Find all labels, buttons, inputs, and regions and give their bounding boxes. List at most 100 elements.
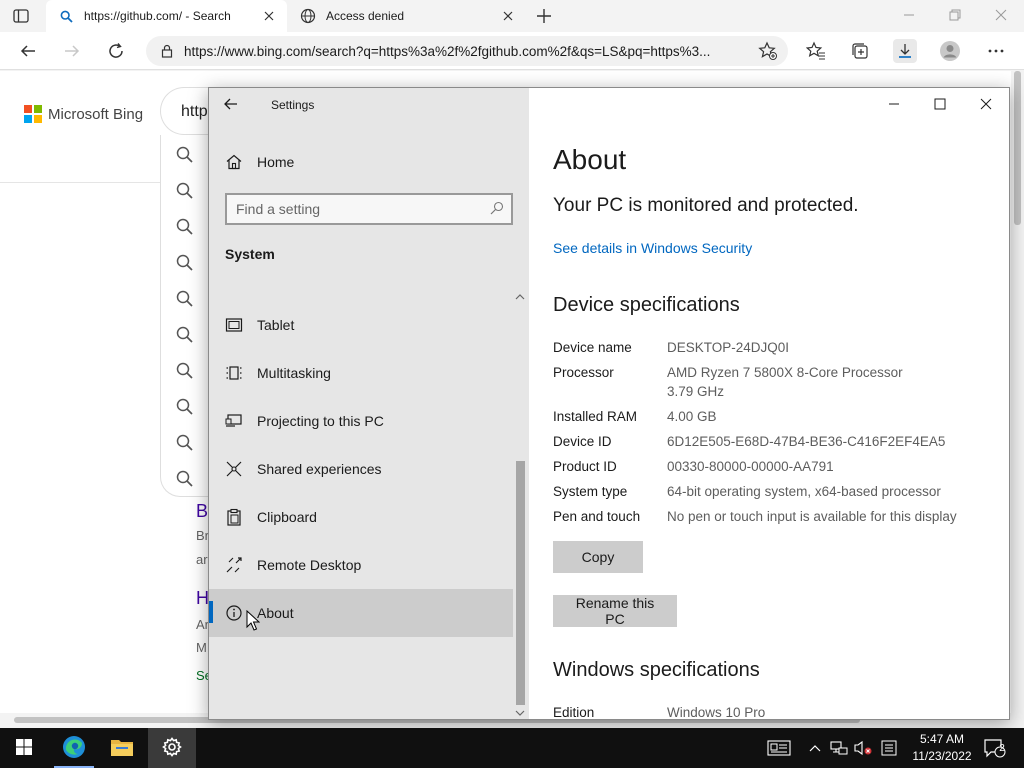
edge-browser-icon [61,734,87,763]
windows-logo-icon [15,738,33,759]
scrollbar-thumb[interactable] [516,461,525,705]
windows-security-link[interactable]: See details in Windows Security [553,240,752,256]
rename-pc-button[interactable]: Rename this PC [553,595,677,627]
microsoft-logo-icon [24,105,42,123]
nav-item-label: Shared experiences [257,461,382,477]
nav-item-multitasking[interactable]: Multitasking [209,349,513,397]
search-icon[interactable] [175,217,195,237]
search-icon[interactable] [175,181,195,201]
input-indicator-icon[interactable] [878,728,900,768]
nav-item-label: About [257,605,294,621]
volume-muted-icon[interactable] [852,728,874,768]
search-icon[interactable] [175,289,195,309]
spec-value: 64-bit operating system, x64-based proce… [667,484,941,499]
windows-specs-heading: Windows specifications [553,659,760,681]
spec-value: No pen or touch input is available for t… [667,509,957,524]
restore-icon[interactable] [932,0,978,30]
find-setting-input[interactable] [236,201,486,217]
spec-row-pen-touch: Pen and touch No pen or touch input is a… [553,507,1003,526]
address-bar[interactable]: https://www.bing.com/search?q=https%3a%2… [146,36,788,66]
new-tab-icon[interactable] [535,7,553,25]
start-button[interactable] [0,728,48,768]
search-icon[interactable] [175,361,195,381]
back-arrow-icon[interactable] [16,39,40,63]
scroll-up-arrow-icon[interactable] [514,290,526,300]
more-options-icon[interactable] [984,39,1008,63]
close-tab-icon[interactable] [500,8,516,24]
downloads-icon[interactable] [893,39,917,63]
scrollbar-thumb[interactable] [1014,71,1021,225]
search-icon[interactable] [175,397,195,417]
network-icon[interactable] [828,728,850,768]
nav-item-label: Multitasking [257,365,331,381]
favorites-icon[interactable] [804,39,828,63]
copy-button[interactable]: Copy [553,541,643,573]
nav-item-shared-experiences[interactable]: Shared experiences [209,445,513,493]
search-icon[interactable] [175,433,195,453]
add-favorite-icon[interactable] [756,39,780,63]
collections-icon[interactable] [848,39,872,63]
search-icon[interactable] [175,253,195,273]
device-specs-heading: Device specifications [553,294,740,316]
chevron-up-icon[interactable] [804,728,826,768]
back-arrow-icon[interactable] [223,96,243,116]
nav-scrollbar[interactable] [513,461,529,706]
spec-row-processor: Processor AMD Ryzen 7 5800X 8-Core Proce… [553,363,1003,401]
spec-value: Windows 10 Pro [667,705,766,720]
notifications-button[interactable]: 2 [980,728,1010,768]
keyboard-icon[interactable] [762,728,796,768]
system-clock[interactable]: 5:47 AM 11/23/2022 [904,731,980,765]
refresh-icon[interactable] [104,39,128,63]
close-tab-icon[interactable] [261,8,277,24]
tab-actions-icon[interactable] [12,7,30,25]
nav-item-projecting[interactable]: Projecting to this PC [209,397,513,445]
find-setting-box[interactable] [225,193,513,225]
divider [0,182,180,183]
taskbar-file-explorer[interactable] [98,728,146,768]
spec-row-system-type: System type 64-bit operating system, x64… [553,482,1003,501]
page-title: About [553,144,627,175]
profile-avatar-icon[interactable] [938,39,962,63]
minimize-icon[interactable] [886,0,932,30]
spec-value: 4.00 GB [667,409,717,424]
search-icon[interactable] [490,201,506,217]
spec-value: AMD Ryzen 7 5800X 8-Core Processor [667,365,903,380]
tab-title: https://github.com/ - Search [84,9,231,23]
clock-time: 5:47 AM [919,732,965,746]
tab-github-search[interactable]: https://github.com/ - Search [46,0,287,32]
spec-key: System type [553,484,628,499]
maximize-icon[interactable] [917,88,963,120]
scroll-down-arrow-icon[interactable] [514,706,526,716]
spec-key: Edition [553,705,595,720]
mouse-cursor-icon [246,609,261,632]
tab-title: Access denied [326,9,405,23]
page-vertical-scrollbar[interactable] [1011,71,1024,713]
close-icon[interactable] [978,0,1024,30]
taskbar-edge[interactable] [50,728,98,768]
globe-icon [300,8,316,24]
search-icon[interactable] [175,145,195,165]
home-icon [225,153,243,171]
forward-arrow-icon[interactable] [60,39,84,63]
tab-access-denied[interactable]: Access denied [288,0,526,32]
search-icon[interactable] [175,325,195,345]
taskbar-settings[interactable] [148,728,196,768]
taskbar: 5:47 AM 11/23/2022 2 [0,728,1024,768]
spec-key: Installed RAM [553,409,638,424]
address-url: https://www.bing.com/search?q=https%3a%2… [184,43,711,59]
close-icon[interactable] [963,88,1009,120]
minimize-icon[interactable] [871,88,917,120]
nav-item-remote-desktop[interactable]: Remote Desktop [209,541,513,589]
search-icon[interactable] [175,469,195,489]
spec-key: Device name [553,340,632,355]
settings-window: Settings Home System Tablet [208,87,1010,720]
nav-item-tablet[interactable]: Tablet [209,301,513,349]
nav-item-clipboard[interactable]: Clipboard [209,493,513,541]
browser-tab-bar: https://github.com/ - Search Access deni… [0,0,1024,32]
search-result-snippet: M [196,640,207,655]
bing-logo[interactable]: Microsoft Bing [24,105,143,123]
about-content-pane: About Your PC is monitored and protected… [529,88,1009,720]
nav-home[interactable]: Home [209,146,529,178]
search-result-title[interactable]: B [196,501,208,522]
lock-icon[interactable] [160,44,174,58]
